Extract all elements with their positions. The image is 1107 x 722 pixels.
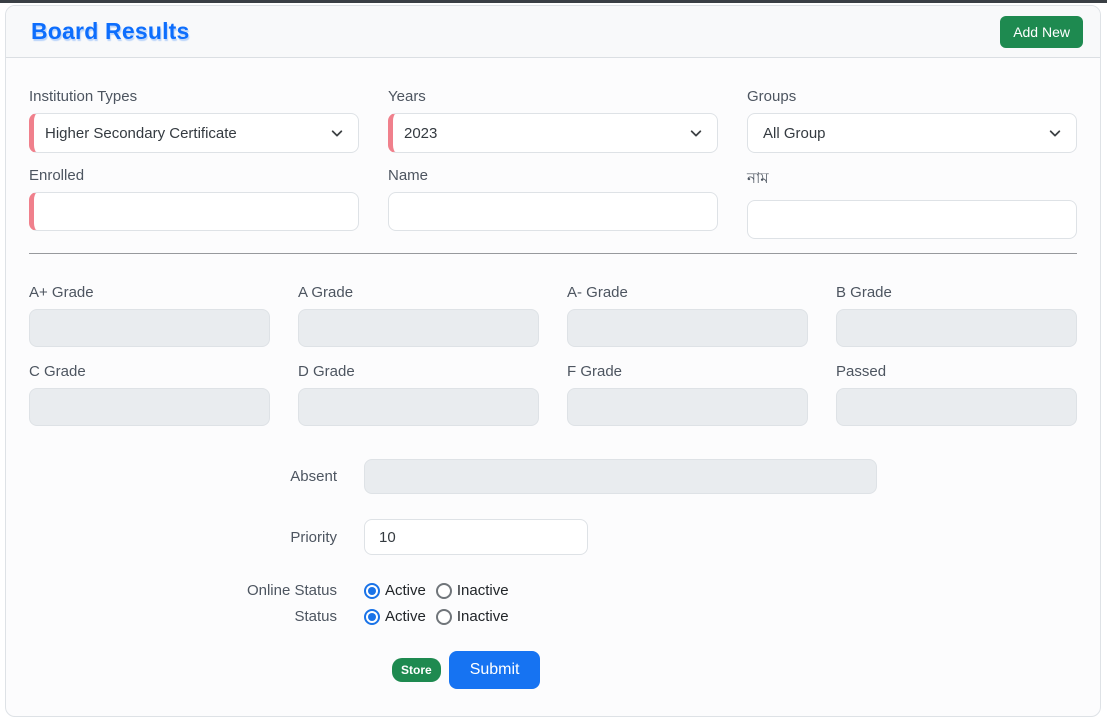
c-grade-input <box>29 388 270 426</box>
c-grade-field: C Grade <box>29 363 270 426</box>
groups-select[interactable]: All Group <box>747 113 1077 153</box>
years-select[interactable]: 2023 <box>388 113 718 153</box>
status-label: Status <box>294 608 337 625</box>
online-status-active-option[interactable]: Active <box>364 582 426 599</box>
section-divider <box>29 253 1077 254</box>
groups-value: All Group <box>763 124 826 142</box>
status-active-option[interactable]: Active <box>364 608 426 625</box>
a-plus-grade-field: A+ Grade <box>29 284 270 347</box>
b-grade-field: B Grade <box>836 284 1077 347</box>
f-grade-field: F Grade <box>567 363 808 426</box>
page-top-border <box>0 0 1107 3</box>
a-plus-grade-label: A+ Grade <box>29 284 94 301</box>
page-title: Board Results <box>31 18 190 44</box>
priority-label: Priority <box>290 528 337 546</box>
a-grade-field: A Grade <box>298 284 539 347</box>
d-grade-field: D Grade <box>298 363 539 426</box>
online-status-inactive-option[interactable]: Inactive <box>435 582 509 599</box>
chevron-down-icon <box>690 130 702 137</box>
d-grade-input <box>298 388 539 426</box>
grades-row-2: C Grade D Grade F Grade Passed <box>29 363 1077 426</box>
f-grade-label: F Grade <box>567 363 623 380</box>
radio-unchecked-icon[interactable] <box>435 608 452 625</box>
years-value: 2023 <box>404 124 438 142</box>
status-row: Status Active Inactive <box>29 608 1077 625</box>
name-label: Name <box>388 167 429 184</box>
card-header: Board Results Add New <box>6 6 1100 58</box>
status-inactive-option[interactable]: Inactive <box>435 608 509 625</box>
filters-row: Institution Types Higher Secondary Certi… <box>29 88 1077 153</box>
add-new-button[interactable]: Add New <box>1000 15 1083 48</box>
a-plus-grade-input <box>29 309 270 347</box>
online-status-row: Online Status Active Inactive <box>29 582 1077 599</box>
name-bn-input[interactable] <box>747 200 1077 239</box>
status-inactive-label: Inactive <box>456 608 509 625</box>
grades-row-1: A+ Grade A Grade A- Grade B Grade <box>29 284 1077 347</box>
passed-label: Passed <box>836 363 887 380</box>
board-results-card: Board Results Add New Institution Types … <box>5 5 1101 717</box>
radio-checked-icon[interactable] <box>364 608 380 625</box>
b-grade-label: B Grade <box>836 284 892 301</box>
online-status-label: Online Status <box>246 582 337 599</box>
name-bn-field: নাম <box>747 167 1077 239</box>
institution-types-field: Institution Types Higher Secondary Certi… <box>29 88 359 153</box>
enrolled-field: Enrolled <box>29 167 359 239</box>
d-grade-label: D Grade <box>298 363 355 380</box>
online-status-inactive-label: Inactive <box>456 582 509 599</box>
name-field: Name <box>388 167 718 239</box>
enrolled-input[interactable] <box>29 192 359 231</box>
chevron-down-icon <box>1049 130 1061 137</box>
priority-row: Priority <box>29 519 1077 555</box>
absent-input <box>364 459 877 494</box>
absent-label: Absent <box>290 468 337 485</box>
a-minus-grade-label: A- Grade <box>567 284 628 301</box>
online-status-radio-group: Active Inactive <box>364 582 509 599</box>
groups-label: Groups <box>747 88 797 105</box>
a-minus-grade-input <box>567 309 808 347</box>
priority-input[interactable] <box>364 519 588 555</box>
institution-types-label: Institution Types <box>29 88 138 105</box>
a-grade-input <box>298 309 539 347</box>
years-label: Years <box>388 88 426 105</box>
a-minus-grade-field: A- Grade <box>567 284 808 347</box>
absent-row: Absent <box>29 459 1077 494</box>
name-input[interactable] <box>388 192 718 231</box>
f-grade-input <box>567 388 808 426</box>
chevron-down-icon <box>331 130 343 137</box>
radio-unchecked-icon[interactable] <box>435 582 452 599</box>
passed-field: Passed <box>836 363 1077 426</box>
name-bn-label: নাম <box>747 170 769 187</box>
online-status-active-label: Active <box>385 582 426 599</box>
radio-checked-icon[interactable] <box>364 582 380 599</box>
submit-button[interactable]: Submit <box>448 651 541 689</box>
institution-types-select[interactable]: Higher Secondary Certificate <box>29 113 359 153</box>
a-grade-label: A Grade <box>298 284 354 301</box>
passed-input <box>836 388 1077 426</box>
status-active-label: Active <box>385 608 426 625</box>
text-fields-row: Enrolled Name নাম <box>29 167 1077 239</box>
b-grade-input <box>836 309 1077 347</box>
years-field: Years 2023 <box>388 88 718 153</box>
status-radio-group: Active Inactive <box>364 608 509 625</box>
enrolled-label: Enrolled <box>29 167 85 184</box>
c-grade-label: C Grade <box>29 363 86 380</box>
groups-field: Groups All Group <box>747 88 1077 153</box>
card-body: Institution Types Higher Secondary Certi… <box>6 58 1100 689</box>
store-badge[interactable]: Store <box>392 658 441 682</box>
actions-row: Store Submit <box>392 651 1077 689</box>
institution-types-value: Higher Secondary Certificate <box>45 124 237 142</box>
